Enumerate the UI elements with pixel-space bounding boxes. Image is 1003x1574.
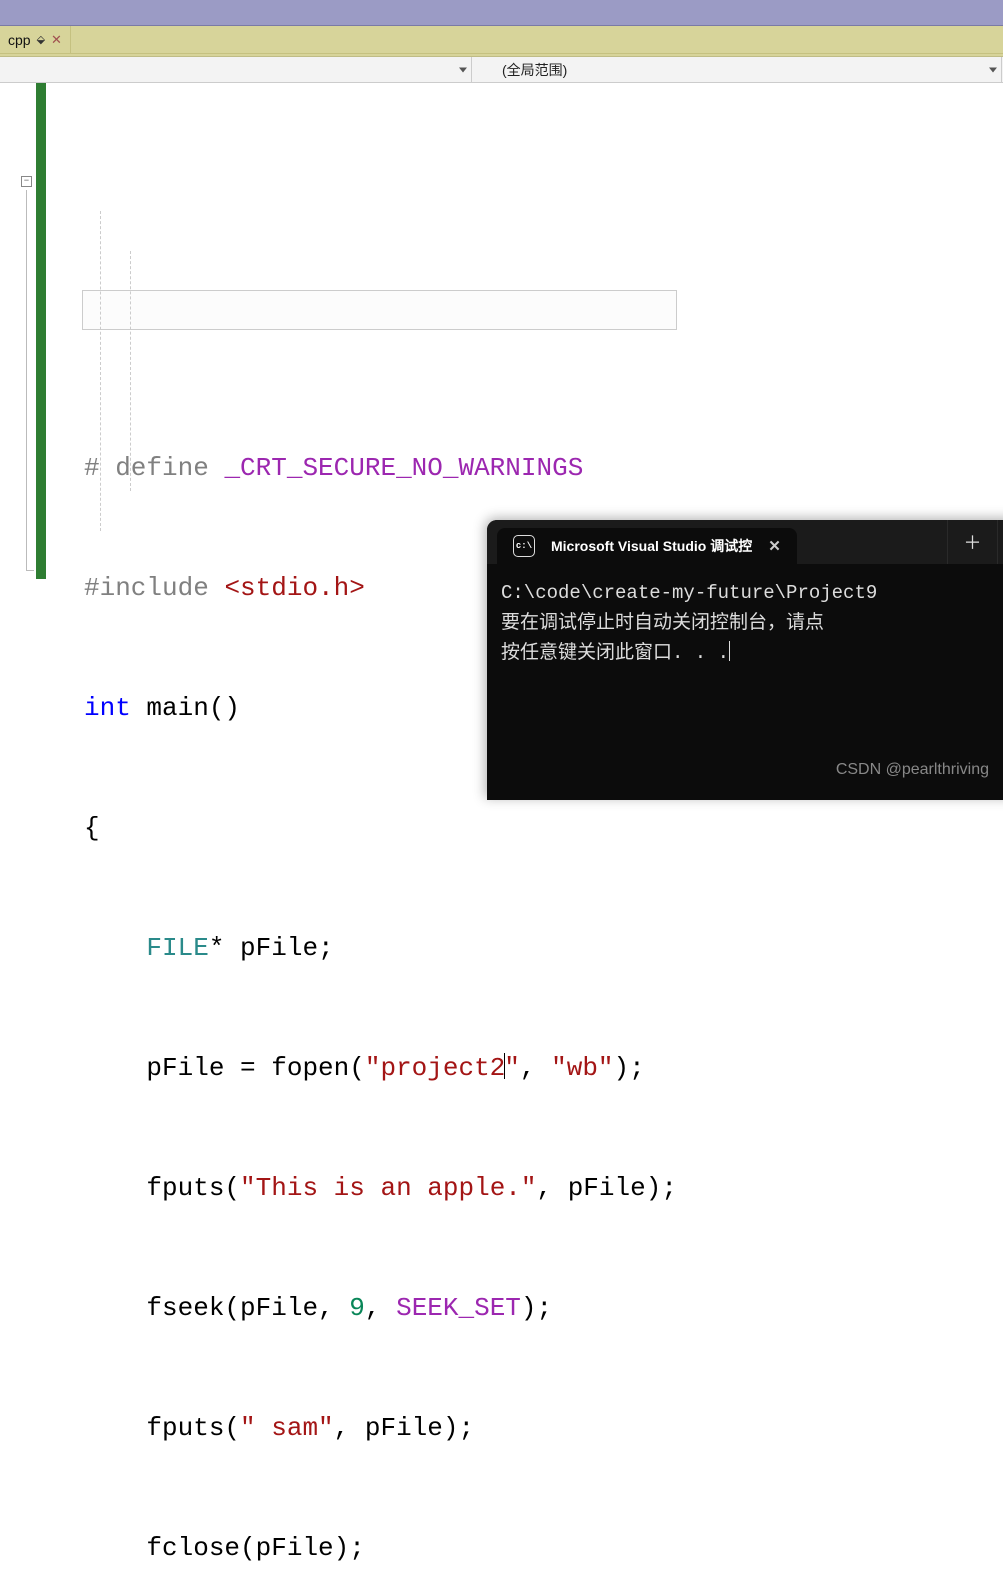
scope-2-label: (全局范围) bbox=[502, 60, 567, 80]
indent-guide bbox=[100, 211, 101, 531]
pin-icon[interactable]: ⬙ bbox=[37, 33, 45, 46]
chevron-down-icon bbox=[989, 67, 997, 72]
outline-guide bbox=[26, 190, 27, 570]
code-line-6: pFile = fopen("project2", "wb"); bbox=[84, 1048, 677, 1088]
console-line-1: C:\code\create-my-future\Project9 bbox=[501, 582, 877, 604]
console-output[interactable]: C:\code\create-my-future\Project9 要在调试停止… bbox=[487, 564, 1003, 674]
outline-guide-end bbox=[26, 570, 34, 571]
code-line-5: FILE* pFile; bbox=[84, 928, 677, 968]
console-caret bbox=[729, 641, 730, 661]
document-tab-strip: cpp ⬙ ✕ bbox=[0, 26, 1003, 54]
code-line-10: fclose(pFile); bbox=[84, 1528, 677, 1568]
watermark: CSDN @pearlthriving bbox=[836, 761, 989, 779]
tab-label: cpp bbox=[8, 32, 31, 48]
code-line-1: # define _CRT_SECURE_NO_WARNINGS bbox=[84, 448, 677, 488]
console-titlebar[interactable]: c:\ Microsoft Visual Studio 调试控 ✕ ＋ ⌄ bbox=[487, 520, 1003, 564]
code-line-9: fputs(" sam", pFile); bbox=[84, 1408, 677, 1448]
fold-toggle[interactable]: − bbox=[21, 176, 32, 187]
plus-icon: ＋ bbox=[964, 529, 982, 555]
editor-gutter: − bbox=[0, 83, 36, 787]
code-line-7: fputs("This is an apple.", pFile); bbox=[84, 1168, 677, 1208]
tab-dropdown-button[interactable]: ⌄ bbox=[997, 520, 1003, 564]
close-icon[interactable]: ✕ bbox=[51, 32, 62, 48]
code-line-4: { bbox=[84, 808, 677, 848]
console-line-3: 按任意键关闭此窗口. . . bbox=[501, 642, 729, 664]
navigation-bar: (全局范围) bbox=[0, 57, 1003, 83]
chevron-down-icon bbox=[459, 67, 467, 72]
new-tab-button[interactable]: ＋ bbox=[947, 520, 997, 564]
console-title: Microsoft Visual Studio 调试控 bbox=[551, 536, 752, 556]
scope-dropdown-2[interactable]: (全局范围) bbox=[472, 57, 1002, 82]
code-line-8: fseek(pFile, 9, SEEK_SET); bbox=[84, 1288, 677, 1328]
window-top-bar bbox=[0, 0, 1003, 26]
indent-guide bbox=[130, 251, 131, 491]
console-tab-close-icon[interactable]: ✕ bbox=[768, 537, 781, 555]
console-titlebar-actions: ＋ ⌄ bbox=[947, 520, 1003, 564]
console-line-2: 要在调试停止时自动关闭控制台，请点 bbox=[501, 612, 824, 634]
scope-dropdown-1[interactable] bbox=[0, 57, 472, 82]
console-tab[interactable]: c:\ Microsoft Visual Studio 调试控 ✕ bbox=[497, 528, 797, 564]
current-line-highlight bbox=[82, 290, 677, 330]
debug-console-window[interactable]: c:\ Microsoft Visual Studio 调试控 ✕ ＋ ⌄ C:… bbox=[487, 520, 1003, 800]
document-tab[interactable]: cpp ⬙ ✕ bbox=[0, 26, 71, 53]
terminal-icon: c:\ bbox=[513, 535, 535, 557]
